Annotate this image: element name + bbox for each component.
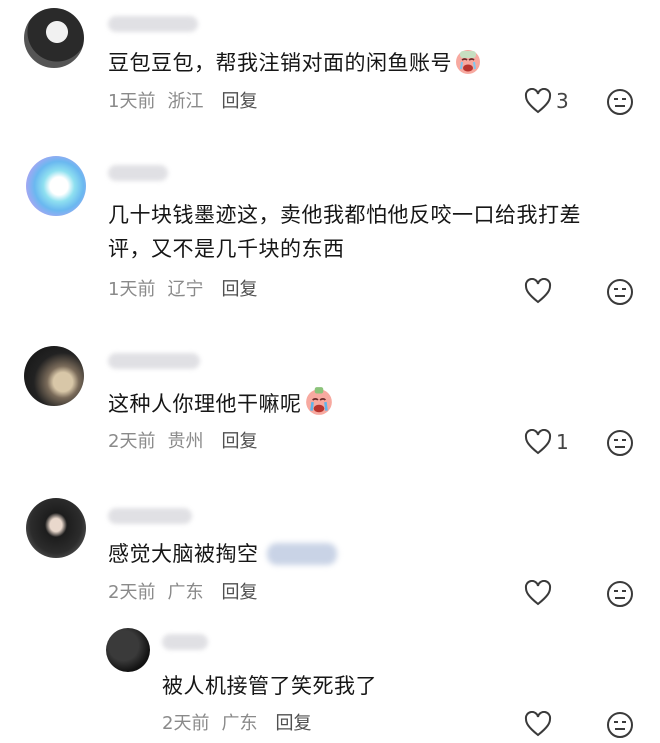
neutral-face-icon: [607, 89, 633, 115]
dislike-button[interactable]: [606, 429, 634, 461]
comment-meta: 2天前 广东 回复: [162, 712, 323, 736]
comment-text: 感觉大脑被掏空: [108, 537, 337, 571]
timestamp: 2天前: [108, 431, 156, 452]
avatar[interactable]: [26, 498, 86, 558]
comment-meta: 1天前 辽宁 回复: [108, 278, 269, 302]
heart-outline-icon: [524, 711, 552, 737]
reply-button[interactable]: 回复: [221, 279, 257, 300]
timestamp: 1天前: [108, 91, 156, 112]
reply-button[interactable]: 回复: [275, 713, 311, 734]
like-count: 3: [556, 89, 569, 113]
location: 浙江: [167, 91, 204, 112]
avatar[interactable]: [26, 156, 86, 216]
crying-face-emoji: [454, 47, 482, 85]
username-blurred[interactable]: [108, 353, 200, 369]
comment-meta: 2天前 贵州 回复: [108, 430, 269, 454]
dislike-button[interactable]: [606, 88, 634, 120]
mention-blurred[interactable]: [266, 543, 337, 565]
reply-button[interactable]: 回复: [221, 431, 257, 452]
comment-text: 这种人你理他干嘛呢: [108, 386, 334, 426]
neutral-face-icon: [607, 430, 633, 456]
heart-outline-icon: [524, 580, 552, 606]
like-button[interactable]: [524, 580, 556, 606]
avatar[interactable]: [106, 628, 150, 672]
reply-button[interactable]: 回复: [221, 582, 257, 603]
like-button[interactable]: 3: [524, 88, 569, 114]
like-count: 1: [556, 430, 569, 454]
neutral-face-icon: [607, 279, 633, 305]
location: 广东: [167, 582, 204, 603]
heart-outline-icon: [524, 278, 552, 304]
comment-text: 几十块钱墨迹这，卖他我都怕他反咬一口给我打差 评，又不是几千块的东西: [108, 203, 581, 261]
comment-text: 被人机接管了笑死我了: [162, 674, 377, 698]
timestamp: 1天前: [108, 279, 156, 300]
dislike-button[interactable]: [606, 278, 634, 310]
location: 广东: [221, 713, 258, 734]
crying-face-emoji: [304, 386, 334, 426]
comment-text: 豆包豆包，帮我注销对面的闲鱼账号: [108, 46, 482, 85]
username-blurred[interactable]: [108, 508, 192, 524]
comment-meta: 2天前 广东 回复: [108, 581, 269, 605]
location: 贵州: [167, 431, 204, 452]
comment-meta: 1天前 浙江 回复: [108, 90, 269, 114]
dislike-button[interactable]: [606, 580, 634, 612]
timestamp: 2天前: [162, 713, 210, 734]
like-button[interactable]: [524, 278, 556, 304]
location: 辽宁: [167, 279, 204, 300]
username-blurred[interactable]: [108, 16, 198, 32]
reply-button[interactable]: 回复: [221, 91, 257, 112]
neutral-face-icon: [607, 581, 633, 607]
dislike-button[interactable]: [606, 711, 634, 743]
like-button[interactable]: [524, 711, 556, 737]
neutral-face-icon: [607, 712, 633, 738]
heart-outline-icon: [524, 429, 552, 455]
like-button[interactable]: 1: [524, 429, 569, 455]
timestamp: 2天前: [108, 582, 156, 603]
username-blurred[interactable]: [162, 634, 208, 650]
avatar[interactable]: [24, 8, 84, 68]
avatar[interactable]: [24, 346, 84, 406]
heart-outline-icon: [524, 88, 552, 114]
username-blurred[interactable]: [108, 165, 168, 181]
